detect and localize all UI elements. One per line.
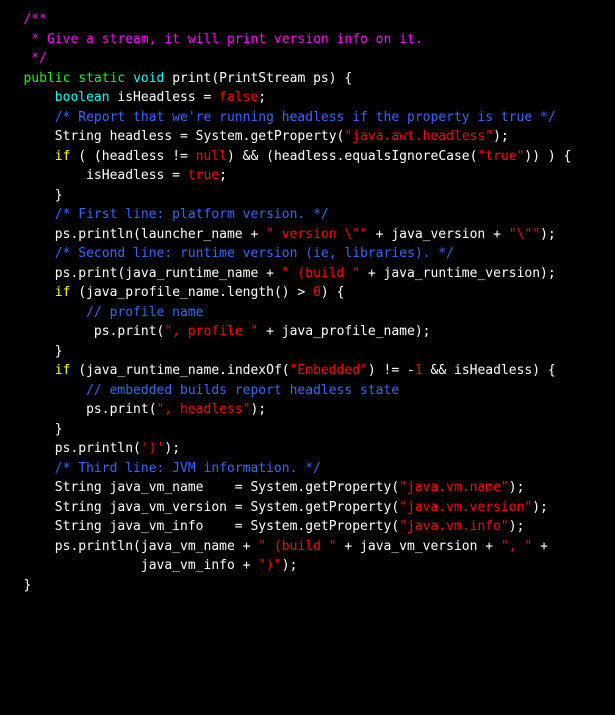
statement: ps.print( <box>0 324 164 339</box>
string-literal: "true" <box>477 149 524 164</box>
statement: ps.print( <box>0 402 157 417</box>
string-literal: "java.vm.info" <box>399 519 509 534</box>
statement: ps.println( <box>0 441 141 456</box>
concat: + java_profile_name); <box>258 324 430 339</box>
condition: ) != - <box>368 363 415 378</box>
code-block: /** * Give a stream, it will print versi… <box>0 10 615 595</box>
keyword-false: false <box>219 90 258 105</box>
paren: ); <box>250 402 266 417</box>
keyword-static: static <box>70 71 125 86</box>
var-decl: boolean isHeadless = false; <box>0 88 615 108</box>
print: ps.print(", profile " + java_profile_nam… <box>0 322 615 342</box>
paren: ); <box>509 480 525 495</box>
string-literal: ", profile " <box>164 324 258 339</box>
println: ps.println(java_vm_name + " (build " + j… <box>0 537 615 557</box>
paren: ); <box>164 441 180 456</box>
println-cont: java_vm_info + ")"); <box>0 556 615 576</box>
paren: ); <box>493 129 509 144</box>
semicolon: ; <box>219 168 227 183</box>
statement: String java_vm_name = System.getProperty… <box>0 480 399 495</box>
string-literal: ")" <box>258 558 281 573</box>
if-statement: if ( (headless != null) && (headless.equ… <box>0 147 615 167</box>
statement: String headless = System.getProperty( <box>0 129 344 144</box>
condition: (java_runtime_name.indexOf( <box>70 363 289 378</box>
keyword-if: if <box>0 149 70 164</box>
statement: String java_vm_version = System.getPrope… <box>0 500 399 515</box>
paren: ); <box>509 519 525 534</box>
brace-close: } <box>0 420 615 440</box>
println: ps.println(launcher_name + " version \""… <box>0 225 615 245</box>
println: ps.println(')'); <box>0 439 615 459</box>
concat: + <box>532 539 548 554</box>
if-statement: if (java_runtime_name.indexOf("Embedded"… <box>0 361 615 381</box>
keyword-true: true <box>188 168 219 183</box>
keyword-if: if <box>0 285 70 300</box>
var-decl: String headless = System.getProperty("ja… <box>0 127 615 147</box>
string-literal: ", " <box>501 539 532 554</box>
concat: + java_vm_version + <box>337 539 501 554</box>
keyword-boolean: boolean <box>0 90 110 105</box>
var-decl: String java_vm_info = System.getProperty… <box>0 517 615 537</box>
javadoc-start: /** <box>0 10 615 30</box>
javadoc-end: */ <box>0 49 615 69</box>
assignment: isHeadless = <box>0 168 188 183</box>
string-literal: " (build " <box>282 266 360 281</box>
brace: && isHeadless) { <box>423 363 556 378</box>
brace-close: } <box>0 342 615 362</box>
concat: + java_runtime_version); <box>360 266 556 281</box>
method-signature: public static void print(PrintStream ps)… <box>0 69 615 89</box>
assignment: isHeadless = true; <box>0 166 615 186</box>
condition: ) && (headless.equalsIgnoreCase( <box>227 149 477 164</box>
if-statement: if (java_profile_name.length() > 0) { <box>0 283 615 303</box>
print: ps.print(", headless"); <box>0 400 615 420</box>
number: 1 <box>415 363 423 378</box>
statement: ps.println(launcher_name + <box>0 227 266 242</box>
method-name: print(PrintStream ps) { <box>164 71 352 86</box>
char-literal: ')' <box>141 441 164 456</box>
var-name: isHeadless = <box>110 90 220 105</box>
condition: ( (headless != <box>70 149 195 164</box>
statement: ps.print(java_runtime_name + <box>0 266 282 281</box>
string-literal: " (build " <box>258 539 336 554</box>
statement: java_vm_info + <box>0 558 258 573</box>
print: ps.print(java_runtime_name + " (build " … <box>0 264 615 284</box>
comment: // profile name <box>0 303 615 323</box>
concat: + java_version + <box>368 227 509 242</box>
string-literal: " version \"" <box>266 227 368 242</box>
paren: ); <box>282 558 298 573</box>
string-literal: "\"" <box>509 227 540 242</box>
keyword-void: void <box>125 71 164 86</box>
keyword-if: if <box>0 363 70 378</box>
string-literal: ", headless" <box>157 402 251 417</box>
comment: /* Second line: runtime version (ie, lib… <box>0 244 615 264</box>
comment: /* Third line: JVM information. */ <box>0 459 615 479</box>
keyword-public: public <box>0 71 70 86</box>
string-literal: "java.vm.version" <box>399 500 532 515</box>
string-literal: "java.vm.name" <box>399 480 509 495</box>
comment: // embedded builds report headless state <box>0 381 615 401</box>
var-decl: String java_vm_name = System.getProperty… <box>0 478 615 498</box>
brace: ) { <box>321 285 344 300</box>
semicolon: ; <box>258 90 266 105</box>
paren: ); <box>540 227 556 242</box>
condition: (java_profile_name.length() > <box>70 285 313 300</box>
javadoc-text: * Give a stream, it will print version i… <box>0 30 615 50</box>
var-decl: String java_vm_version = System.getPrope… <box>0 498 615 518</box>
string-literal: "java.awt.headless" <box>344 129 493 144</box>
comment: /* First line: platform version. */ <box>0 205 615 225</box>
statement: String java_vm_info = System.getProperty… <box>0 519 399 534</box>
brace: )) ) { <box>524 149 571 164</box>
number: 0 <box>313 285 321 300</box>
paren: ); <box>532 500 548 515</box>
brace-close: } <box>0 186 615 206</box>
string-literal: "Embedded" <box>290 363 368 378</box>
statement: ps.println(java_vm_name + <box>0 539 258 554</box>
brace-close: } <box>0 576 615 596</box>
keyword-null: null <box>196 149 227 164</box>
comment: /* Report that we're running headless if… <box>0 108 615 128</box>
